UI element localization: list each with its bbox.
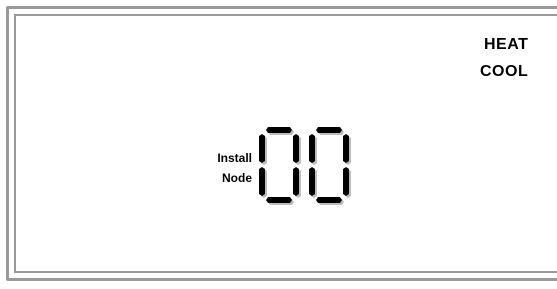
digit-segment-a	[316, 127, 342, 133]
seven-segment-readout: 00	[259, 127, 351, 205]
digit-segment-d	[266, 197, 292, 203]
digit-segment-c	[343, 167, 349, 196]
digit-segment-b	[343, 134, 349, 163]
node-label: Node	[222, 171, 252, 185]
heat-mode-indicator: HEAT	[484, 36, 529, 53]
digit-segment-c	[293, 167, 299, 196]
digit-segment-f	[259, 134, 265, 163]
digit-segment-d	[316, 197, 342, 203]
digit-segment-f	[309, 134, 315, 163]
digit-segment-b	[293, 134, 299, 163]
cool-mode-indicator: COOL	[480, 63, 529, 80]
digit-segment-e	[309, 167, 315, 196]
install-label: Install	[217, 151, 252, 165]
digit-segment-a	[266, 127, 292, 133]
digit-segment-e	[259, 167, 265, 196]
